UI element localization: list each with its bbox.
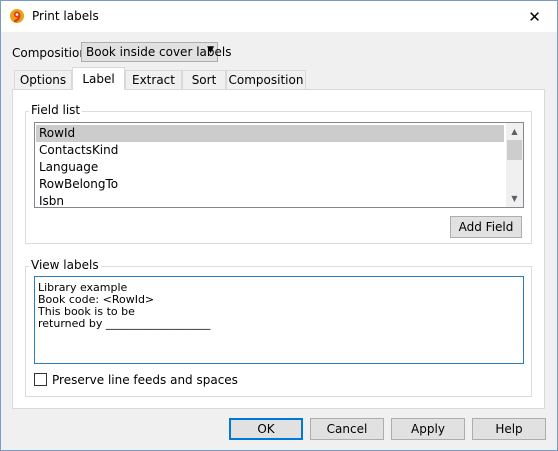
list-item[interactable]: RowBelongTo — [39, 176, 118, 193]
field-listbox[interactable]: RowId ContactsKind Language RowBelongTo … — [34, 122, 524, 208]
tab-extract[interactable]: Extract — [125, 70, 182, 90]
preserve-checkbox-label[interactable]: Preserve line feeds and spaces — [52, 373, 238, 387]
preserve-checkbox[interactable] — [34, 373, 47, 386]
list-item[interactable]: Isbn — [39, 193, 64, 207]
window-title: Print labels — [32, 9, 99, 23]
scroll-up-icon[interactable]: ▲ — [506, 123, 523, 140]
scroll-down-icon[interactable]: ▼ — [506, 190, 523, 207]
list-item[interactable]: Language — [39, 159, 98, 176]
help-button[interactable]: Help — [472, 418, 546, 440]
composition-label: Composition: — [12, 46, 91, 60]
tab-sort[interactable]: Sort — [182, 70, 226, 90]
chevron-down-icon: ▼ — [207, 45, 214, 55]
view-labels-caption: View labels — [29, 258, 101, 272]
scrollbar-thumb[interactable] — [507, 140, 522, 160]
view-labels-textarea[interactable]: Library example Book code: <RowId> This … — [34, 276, 524, 364]
print-labels-dialog: Print labels ✕ Composition: Book inside … — [0, 0, 558, 451]
list-item[interactable]: RowId — [36, 125, 504, 142]
cancel-button[interactable]: Cancel — [310, 418, 384, 440]
title-bar: Print labels ✕ — [1, 1, 557, 32]
label-line: returned by ___________________ — [38, 317, 211, 330]
tab-label[interactable]: Label — [72, 67, 125, 90]
field-list-scrollbar[interactable]: ▲ ▼ — [506, 123, 523, 207]
field-list-caption: Field list — [29, 103, 83, 117]
close-icon[interactable]: ✕ — [512, 1, 557, 32]
ok-button[interactable]: OK — [229, 418, 303, 440]
composition-select[interactable]: Book inside cover labels ▼ — [81, 42, 231, 62]
list-item[interactable]: ContactsKind — [39, 142, 118, 159]
tab-options[interactable]: Options — [14, 70, 72, 90]
apply-button[interactable]: Apply — [391, 418, 465, 440]
app-logo-icon — [10, 9, 24, 23]
add-field-button[interactable]: Add Field — [450, 216, 522, 238]
tab-composition[interactable]: Composition — [226, 70, 306, 90]
